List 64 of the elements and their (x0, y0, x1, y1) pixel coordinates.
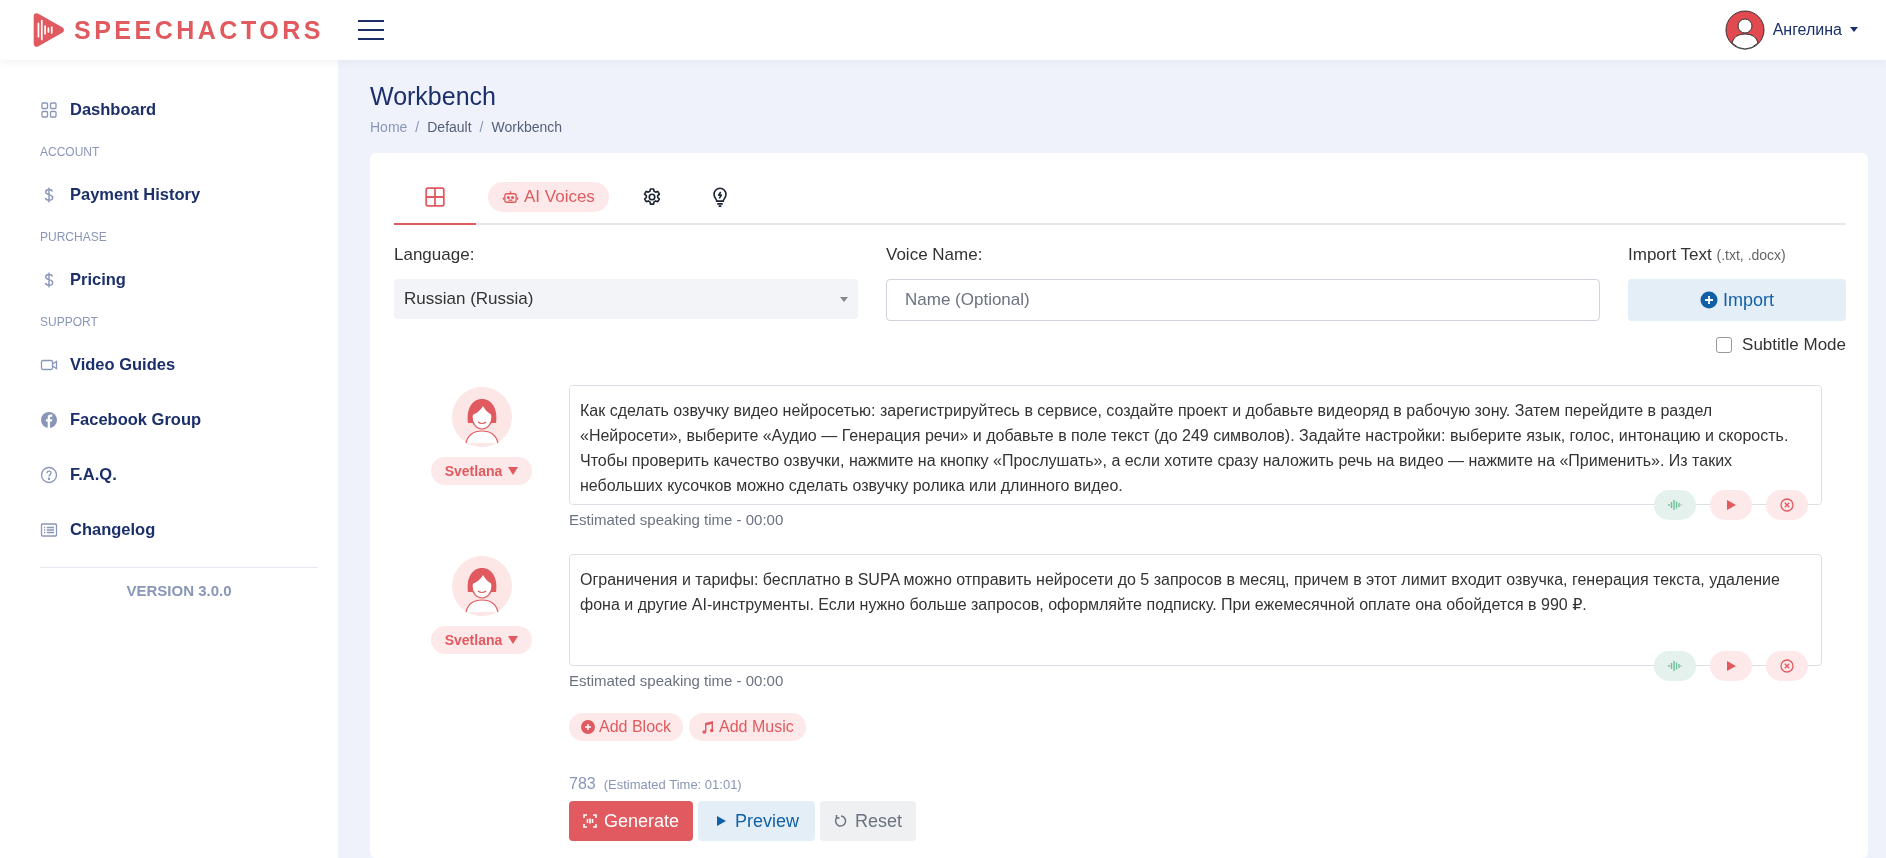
caret-icon[interactable] (1850, 27, 1858, 33)
breadcrumb-separator: / (479, 119, 484, 135)
play-button[interactable] (1710, 490, 1752, 520)
woman-avatar-icon (451, 387, 512, 447)
import-label: Import Text (1628, 245, 1712, 264)
sidebar-item[interactable]: Changelog (40, 502, 318, 557)
generate-button[interactable]: Generate (569, 801, 694, 841)
subtitle-mode-label: Subtitle Mode (1742, 335, 1846, 355)
brand-name: SPEECHACTORS (74, 15, 324, 45)
plus-icon (581, 720, 595, 734)
close-icon (1780, 498, 1794, 512)
text-input-field[interactable]: Ограничения и тарифы: бесплатно в SUPA можно отправить нейросети до 5 запросов в месяц, причем в этот лимит входит озвучка, генерация текста, удаление фона и другие AI-инструменты. Если нужно больше запросов, оформляйте подписку. При ежемесячной оплате она обойдется в 990 ₽. (569, 554, 1822, 666)
play-icon (1724, 498, 1738, 512)
menu-icon[interactable] (358, 20, 384, 40)
play-button[interactable] (1710, 651, 1752, 681)
remove-button[interactable] (1766, 490, 1808, 520)
sidebar-item[interactable]: Facebook Group (40, 392, 318, 447)
import-button[interactable]: Import (1628, 279, 1846, 321)
close-icon (1780, 659, 1794, 673)
remove-button[interactable] (1766, 651, 1808, 681)
scan-icon (583, 814, 597, 828)
character-count: 783 (569, 775, 596, 793)
breadcrumb-separator: / (415, 119, 420, 135)
music-note-icon (701, 720, 716, 734)
waveform-icon (1668, 659, 1682, 673)
preview-button[interactable]: Preview (698, 801, 816, 841)
play-icon (1724, 659, 1738, 673)
subtitle-mode-checkbox[interactable] (1716, 337, 1733, 353)
sidebar-item[interactable]: Payment History (40, 167, 318, 222)
user-avatar-icon[interactable] (1724, 10, 1765, 50)
speaking-time-label: Estimated speaking time - 00:00 (569, 672, 785, 689)
grid-icon (424, 186, 446, 208)
text-input-field[interactable]: Как сделать озвучку видео нейросетью: зарегистрируйтесь в сервисе, создайте проект и добавьте видеоряд в рабочую зону. Затем перейдите в раздел «Нейросети», выберите «Аудио — Генерация речи» и добавьте в поле текст (до 249 символов). Задайте настройки: выберите язык, голос, интонацию и скорость. Чтобы проверить качество озвучки, нажмите на кнопку «Прослушать», а если хотите сразу наложить речь на видео — нажмите на «Применить». Из таких небольших кусочков можно сделать озвучку ролика или длинного видео. (569, 385, 1822, 505)
caret-icon (508, 467, 519, 475)
language-label: Language: (394, 245, 476, 266)
page-title: Workbench (370, 82, 497, 111)
voice-name-label: Voice Name: (886, 245, 984, 266)
waveform-icon (1668, 498, 1682, 512)
speaking-time-label: Estimated speaking time - 00:00 (569, 511, 785, 528)
sidebar-section-label: SUPPORT (40, 314, 99, 331)
robot-icon (502, 188, 519, 206)
sidebar-section-label: PURCHASE (40, 229, 108, 246)
estimated-time: (Estimated Time: 01:01) (603, 777, 742, 792)
sidebar-section-label: ACCOUNT (40, 144, 101, 161)
reset-button[interactable]: Reset (820, 801, 917, 841)
version-label: VERSION 3.0.0 (125, 582, 233, 599)
question-icon (40, 465, 58, 484)
breadcrumb-item[interactable]: Default (427, 119, 472, 135)
import-hint: (.txt, .docx) (1716, 247, 1786, 263)
breadcrumb-item: Workbench (491, 119, 563, 135)
voice-name-field[interactable]: Name (Optional) (886, 279, 1600, 321)
facebook-icon (40, 410, 58, 429)
plus-icon (1700, 291, 1718, 309)
caret-icon (508, 636, 519, 644)
user-name[interactable]: Ангелина (1772, 21, 1842, 39)
grid-icon (40, 100, 58, 119)
sidebar-item[interactable]: F.A.Q. (40, 447, 318, 502)
list-icon (40, 520, 58, 539)
sidebar-item[interactable]: Dashboard (40, 82, 318, 137)
language-select[interactable]: Russian (Russia) (394, 279, 858, 319)
sidebar-item[interactable]: Video Guides (40, 337, 318, 392)
reset-icon (834, 814, 849, 828)
woman-avatar-icon (451, 556, 512, 616)
sidebar-item[interactable]: Pricing (40, 252, 318, 307)
